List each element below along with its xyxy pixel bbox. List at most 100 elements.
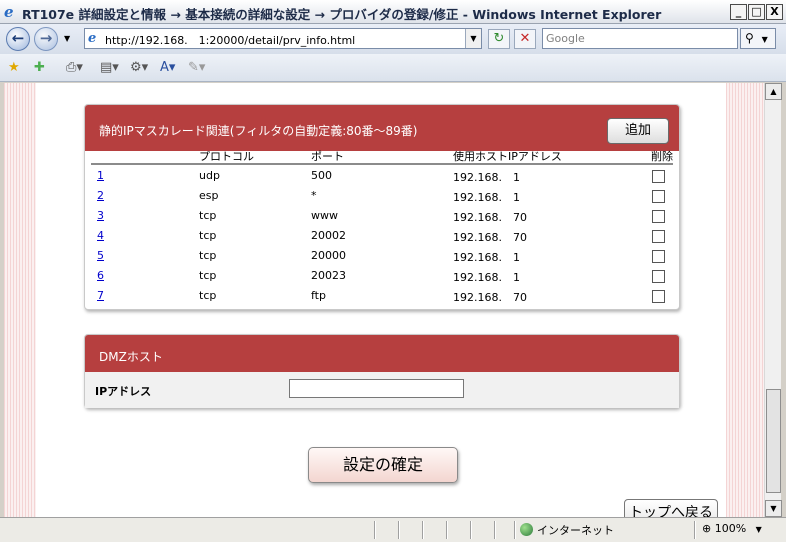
masquerade-panel-title: 静的IPマスカレード関連(フィルタの自動定義:80番〜89番) xyxy=(99,124,418,138)
ip-address-label: IPアドレス xyxy=(95,385,152,398)
row-port: 20023 xyxy=(311,269,346,282)
delete-checkbox[interactable] xyxy=(652,170,665,183)
row-number-link[interactable]: 1 xyxy=(97,169,104,182)
favorites-star-icon[interactable]: ★ xyxy=(8,59,20,77)
add-button[interactable]: 追加 xyxy=(607,118,669,144)
status-divider xyxy=(374,521,376,539)
row-host-ip: 192.168. 1 xyxy=(453,171,520,184)
row-protocol: esp xyxy=(199,189,219,202)
row-protocol: tcp xyxy=(199,269,217,282)
row-port: 20000 xyxy=(311,249,346,262)
masquerade-table: プロトコル ポート 使用ホストIPアドレス 削除 1 udp 500 192.1… xyxy=(91,151,673,305)
forward-button[interactable]: → xyxy=(34,27,58,51)
status-bar: インターネット ⊕ 100% ▼ xyxy=(0,517,786,542)
row-port: ftp xyxy=(311,289,326,302)
masquerade-panel-header: 静的IPマスカレード関連(フィルタの自動定義:80番〜89番) 追加 xyxy=(85,105,679,151)
confirm-settings-button[interactable]: 設定の確定 xyxy=(308,447,458,483)
row-port: www xyxy=(311,209,338,222)
navigation-bar: ← → ▼ e http://192.168. 1:20000/detail/p… xyxy=(0,24,786,54)
text-size-icon[interactable]: A▾ xyxy=(160,59,175,77)
minimize-button[interactable]: _ xyxy=(730,4,747,20)
column-header-host: 使用ホストIPアドレス xyxy=(453,150,562,163)
refresh-button[interactable]: ↻ xyxy=(488,29,510,49)
page-menu-icon[interactable]: ▤▾ xyxy=(100,59,119,77)
delete-checkbox[interactable] xyxy=(652,290,665,303)
delete-checkbox[interactable] xyxy=(652,270,665,283)
row-number-link[interactable]: 5 xyxy=(97,249,104,262)
history-dropdown-icon[interactable]: ▼ xyxy=(64,34,70,43)
tools-gear-icon[interactable]: ⚙▾ xyxy=(130,59,148,77)
delete-checkbox[interactable] xyxy=(652,190,665,203)
right-border-pattern xyxy=(726,83,764,517)
zoom-dropdown-icon[interactable]: ▼ xyxy=(756,525,762,534)
table-row: 2 esp * 192.168. 1 xyxy=(91,185,673,205)
row-number-link[interactable]: 4 xyxy=(97,229,104,242)
maximize-button[interactable]: □ xyxy=(748,4,765,20)
page-viewport: 静的IPマスカレード関連(フィルタの自動定義:80番〜89番) 追加 プロトコル… xyxy=(4,83,764,517)
back-button[interactable]: ← xyxy=(6,27,30,51)
zoom-icon: ⊕ xyxy=(702,522,712,535)
dmz-ip-input[interactable] xyxy=(289,379,464,398)
row-number-link[interactable]: 2 xyxy=(97,189,104,202)
delete-checkbox[interactable] xyxy=(652,230,665,243)
zoom-level: 100% xyxy=(714,522,747,535)
search-icon: ⚲ xyxy=(745,31,754,45)
table-row: 6 tcp 20023 192.168. 1 xyxy=(91,265,673,285)
masquerade-panel: 静的IPマスカレード関連(フィルタの自動定義:80番〜89番) 追加 プロトコル… xyxy=(84,104,680,310)
row-protocol: tcp xyxy=(199,289,217,302)
row-protocol: udp xyxy=(199,169,220,182)
dmz-panel: DMZホスト IPアドレス xyxy=(84,334,680,408)
table-row: 3 tcp www 192.168. 70 xyxy=(91,205,673,225)
command-bar: ★ ✚ ⎙▾ ▤▾ ⚙▾ A▾ ✎▾ xyxy=(0,54,786,82)
url-text: http://192.168. 1:20000/detail/prv_info.… xyxy=(105,34,356,47)
globe-icon xyxy=(520,523,533,536)
vertical-scrollbar[interactable]: ▲ ▼ xyxy=(764,83,782,517)
scroll-up-button[interactable]: ▲ xyxy=(765,83,782,100)
stop-button[interactable]: ✕ xyxy=(514,29,536,49)
scroll-down-button[interactable]: ▼ xyxy=(765,500,782,517)
forward-arrow-icon: → xyxy=(39,29,53,47)
ie-logo-icon: e xyxy=(4,3,14,21)
table-row: 1 udp 500 192.168. 1 xyxy=(91,165,673,185)
row-host-ip: 192.168. 1 xyxy=(453,251,520,264)
table-row: 7 tcp ftp 192.168. 70 xyxy=(91,285,673,305)
column-header-protocol: プロトコル xyxy=(199,150,254,163)
address-dropdown-icon[interactable]: ▼ xyxy=(465,29,481,48)
table-header: プロトコル ポート 使用ホストIPアドレス 削除 xyxy=(91,151,673,165)
security-zone: インターネット xyxy=(520,522,614,538)
column-header-port: ポート xyxy=(311,150,344,163)
stop-icon: ✕ xyxy=(519,31,531,46)
column-header-delete: 削除 xyxy=(651,150,673,163)
print-icon[interactable]: ⎙▾ xyxy=(66,59,83,77)
close-button[interactable]: X xyxy=(766,4,783,20)
scroll-thumb[interactable] xyxy=(766,389,781,493)
window-title: RT107e 詳細設定と情報 → 基本接続の詳細な設定 → プロバイダの登録/修… xyxy=(22,7,662,22)
delete-checkbox[interactable] xyxy=(652,210,665,223)
search-input[interactable]: Google xyxy=(542,28,738,49)
status-divider xyxy=(694,521,696,539)
row-number-link[interactable]: 7 xyxy=(97,289,104,302)
research-pen-icon[interactable]: ✎▾ xyxy=(188,59,205,77)
address-bar[interactable]: e http://192.168. 1:20000/detail/prv_inf… xyxy=(84,28,482,49)
add-favorite-icon[interactable]: ✚ xyxy=(34,59,45,77)
dmz-panel-body: IPアドレス xyxy=(85,372,679,408)
page-icon: e xyxy=(88,31,97,46)
zoom-control[interactable]: ⊕ 100% ▼ xyxy=(702,522,762,535)
back-arrow-icon: ← xyxy=(11,29,25,47)
zone-label: インターネット xyxy=(537,524,614,537)
row-number-link[interactable]: 3 xyxy=(97,209,104,222)
table-row: 5 tcp 20000 192.168. 1 xyxy=(91,245,673,265)
status-divider xyxy=(446,521,448,539)
row-host-ip: 192.168. 70 xyxy=(453,291,527,304)
row-host-ip: 192.168. 1 xyxy=(453,271,520,284)
status-divider xyxy=(398,521,400,539)
delete-checkbox[interactable] xyxy=(652,250,665,263)
dmz-panel-header: DMZホスト xyxy=(85,335,679,372)
search-button[interactable]: ⚲ ▼ xyxy=(740,28,776,49)
row-number-link[interactable]: 6 xyxy=(97,269,104,282)
status-divider xyxy=(470,521,472,539)
search-dropdown-icon[interactable]: ▼ xyxy=(762,35,768,44)
row-port: 20002 xyxy=(311,229,346,242)
back-to-top-button[interactable]: トップへ戻る xyxy=(624,499,718,517)
row-host-ip: 192.168. 70 xyxy=(453,211,527,224)
